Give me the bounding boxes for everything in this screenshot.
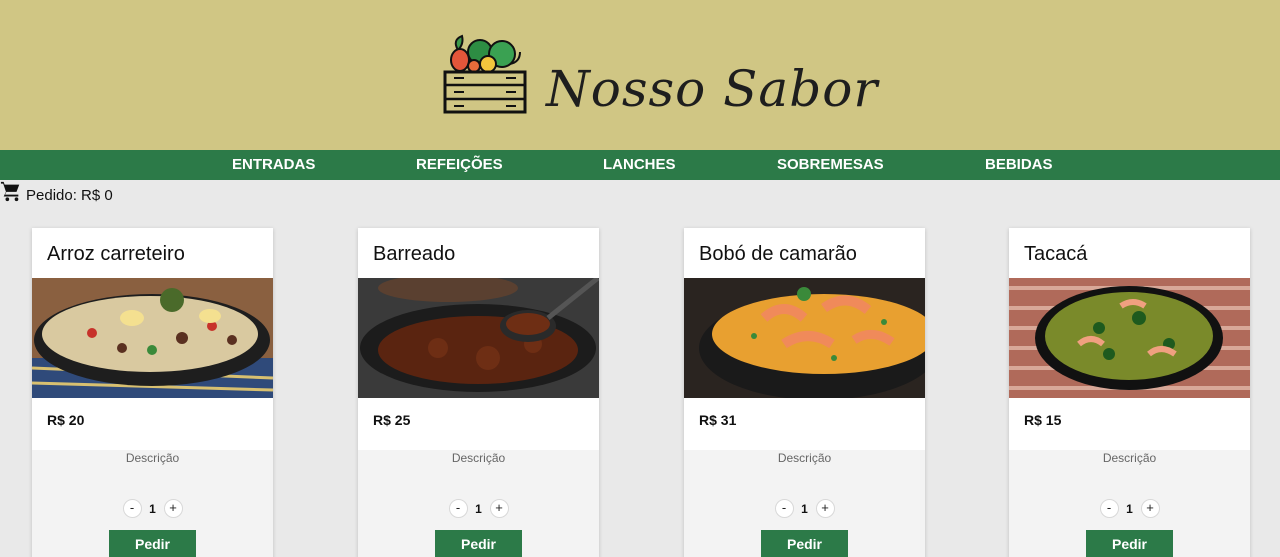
product-price: R$ 25 [373,412,411,428]
increase-quantity-button[interactable]: + [489,499,509,518]
product-name: Barreado [373,243,456,265]
product-price: R$ 15 [1024,412,1062,428]
order-button[interactable]: Pedir [109,530,196,557]
cart-icon [0,181,20,202]
product-price: R$ 31 [699,412,737,428]
product-card: Arroz carreteiro R$ 20 Descrição - 1 + P… [32,228,273,557]
product-image [1009,278,1250,398]
increase-quantity-button[interactable]: + [163,499,183,518]
product-card: Bobó de camarão R$ 31 Descrição - 1 + Pe… [684,228,925,557]
main-nav: ENTRADAS REFEIÇÕES LANCHES SOBREMESAS BE… [0,150,1280,180]
product-card: Tacacá R$ 15 Descrição - 1 + Pedir [1009,228,1250,557]
nav-item-refeicoes[interactable]: REFEIÇÕES [416,150,503,180]
quantity-value: 1 [801,501,808,516]
order-button[interactable]: Pedir [435,530,522,557]
product-description: Descrição [1102,451,1157,465]
site-header: Nosso Sabor [0,0,1280,150]
product-image [32,278,273,398]
decrease-quantity-button[interactable]: - [1099,499,1119,518]
order-total: Pedido: R$ 0 [26,186,113,204]
vegetable-crate-icon [443,34,527,114]
quantity-value: 1 [149,501,156,516]
decrease-quantity-button[interactable]: - [774,499,794,518]
quantity-stepper: - 1 + [32,499,273,518]
increase-quantity-button[interactable]: + [815,499,835,518]
nav-item-lanches[interactable]: LANCHES [603,150,676,180]
brand-title: Nosso Sabor [546,60,879,118]
product-description: Descrição [125,451,180,465]
quantity-stepper: - 1 + [684,499,925,518]
quantity-stepper: - 1 + [1009,499,1250,518]
product-description: Descrição [777,451,832,465]
product-description: Descrição [451,451,506,465]
order-button[interactable]: Pedir [761,530,848,557]
product-name: Arroz carreteiro [47,243,185,265]
decrease-quantity-button[interactable]: - [448,499,468,518]
product-card: Barreado R$ 25 Descrição - 1 + Pedir [358,228,599,557]
product-image [358,278,599,398]
order-summary[interactable]: Pedido: R$ 0 [0,180,113,210]
nav-item-bebidas[interactable]: BEBIDAS [985,150,1053,180]
product-name: Tacacá [1024,243,1088,265]
nav-item-entradas[interactable]: ENTRADAS [232,150,315,180]
product-image [684,278,925,398]
increase-quantity-button[interactable]: + [1140,499,1160,518]
product-price: R$ 20 [47,412,85,428]
quantity-stepper: - 1 + [358,499,599,518]
product-name: Bobó de camarão [699,243,857,265]
order-button[interactable]: Pedir [1086,530,1173,557]
quantity-value: 1 [475,501,482,516]
decrease-quantity-button[interactable]: - [122,499,142,518]
quantity-value: 1 [1126,501,1133,516]
nav-item-sobremesas[interactable]: SOBREMESAS [777,150,884,180]
